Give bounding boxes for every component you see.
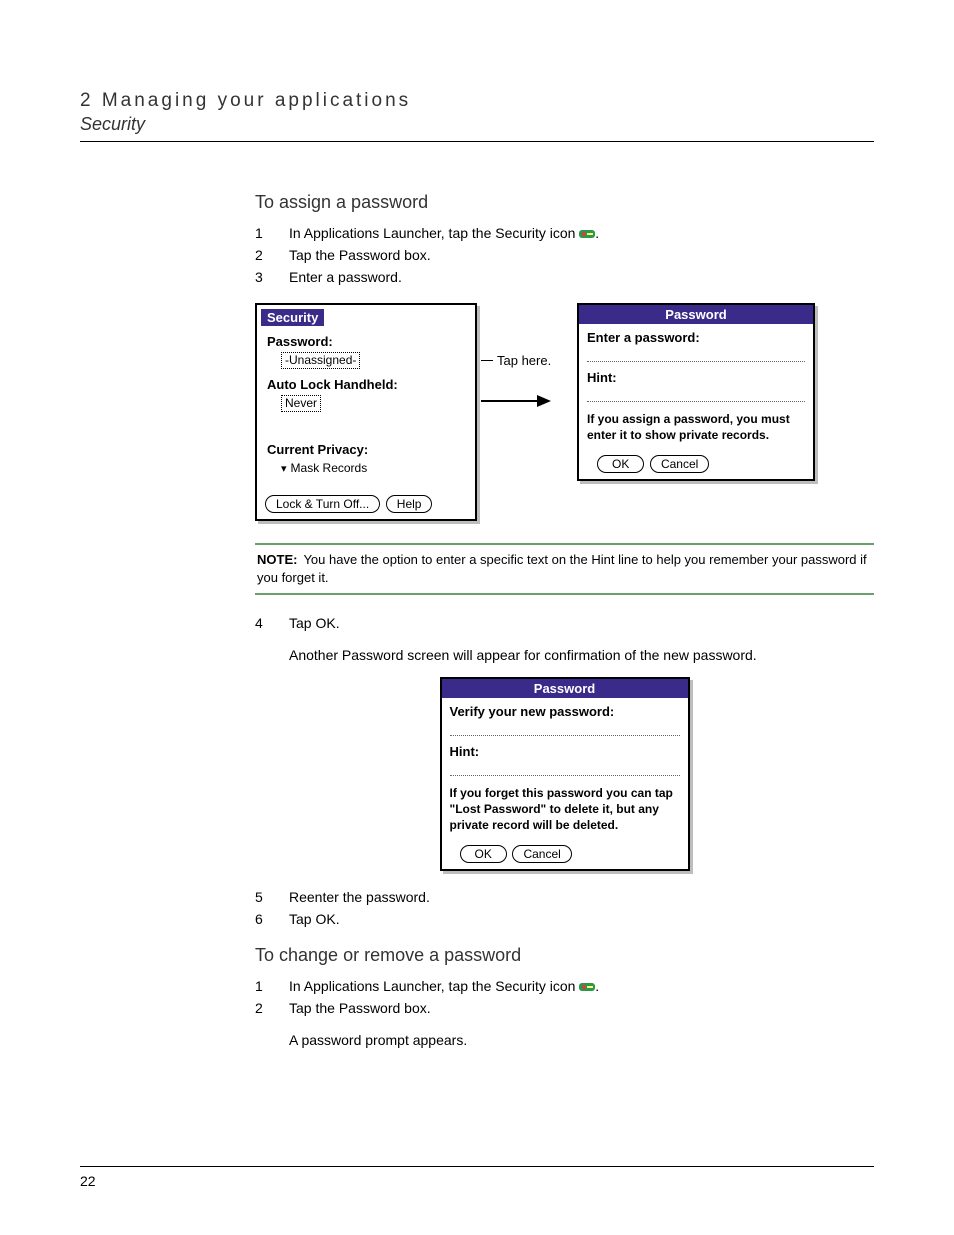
steps-list-assign: 1 In Applications Launcher, tap the Secu…	[255, 225, 874, 285]
step-text: In Applications Launcher, tap the Securi…	[289, 978, 874, 994]
step-text: Enter a password.	[289, 269, 874, 285]
step-text: Tap the Password box.	[289, 247, 874, 263]
enter-password-prompt: Enter a password:	[583, 330, 809, 345]
step-number: 4	[255, 615, 289, 631]
step-number: 3	[255, 269, 289, 285]
verify-hint-input[interactable]	[450, 763, 680, 776]
password-label: Password:	[267, 334, 465, 349]
steps-list-change: 1 In Applications Launcher, tap the Secu…	[255, 978, 874, 1016]
callout-column: Tap here.	[487, 303, 567, 411]
steps-list-assign-cont: 4 Tap OK.	[255, 615, 874, 631]
step-number: 2	[255, 247, 289, 263]
ok-button[interactable]: OK	[597, 455, 644, 473]
verify-ok-button[interactable]: OK	[460, 845, 507, 863]
step-text: In Applications Launcher, tap the Securi…	[289, 225, 874, 241]
palm-security-screen: Security Password: -Unassigned- Auto Loc…	[255, 303, 477, 521]
hint-input-line[interactable]	[587, 389, 805, 402]
step-text: Reenter the password.	[289, 889, 874, 905]
password-box[interactable]: -Unassigned-	[281, 352, 360, 369]
page-number: 22	[80, 1173, 96, 1189]
note-label: NOTE:	[257, 552, 297, 567]
step-text: Tap OK.	[289, 911, 874, 927]
lock-turnoff-button[interactable]: Lock & Turn Off...	[265, 495, 380, 513]
palm-password-dialog: Password Enter a password: Hint: If you …	[577, 303, 815, 481]
hint-label: Hint:	[583, 370, 809, 385]
page-header: 2 Managing your applications Security	[80, 90, 874, 142]
verify-password-input[interactable]	[450, 723, 680, 736]
step-number: 1	[255, 978, 289, 994]
heading-change-remove-password: To change or remove a password	[255, 945, 874, 966]
step-text: Tap OK.	[289, 615, 874, 631]
security-icon	[579, 228, 595, 240]
palm-title-password-verify: Password	[442, 679, 688, 698]
footer-rule	[80, 1166, 874, 1167]
note-box: NOTE:You have the option to enter a spec…	[255, 543, 874, 595]
password-input-line[interactable]	[587, 349, 805, 362]
password-info-text: If you assign a password, you must enter…	[587, 412, 805, 443]
heading-assign-password: To assign a password	[255, 192, 874, 213]
autolock-box[interactable]: Never	[281, 395, 321, 412]
steps-list-assign-end: 5 Reenter the password. 6 Tap OK.	[255, 889, 874, 927]
autolock-label: Auto Lock Handheld:	[267, 377, 465, 392]
step-substep: Another Password screen will appear for …	[289, 647, 874, 663]
step-substep: A password prompt appears.	[289, 1032, 874, 1048]
step-number: 2	[255, 1000, 289, 1016]
verify-info-text: If you forget this password you can tap …	[450, 786, 680, 833]
figure-security-and-password: Security Password: -Unassigned- Auto Loc…	[255, 303, 874, 521]
help-button[interactable]: Help	[386, 495, 433, 513]
privacy-label: Current Privacy:	[267, 442, 465, 457]
palm-title-password: Password	[579, 305, 813, 324]
callout-tap-here: Tap here.	[497, 353, 551, 368]
step-number: 5	[255, 889, 289, 905]
arrow-right-icon	[481, 394, 567, 411]
security-icon	[579, 981, 595, 993]
note-text: You have the option to enter a specific …	[257, 552, 867, 585]
step-number: 6	[255, 911, 289, 927]
privacy-dropdown[interactable]: Mask Records	[281, 461, 465, 475]
palm-verify-dialog: Password Verify your new password: Hint:…	[440, 677, 690, 871]
step-number: 1	[255, 225, 289, 241]
palm-title-security: Security	[261, 309, 324, 326]
verify-cancel-button[interactable]: Cancel	[512, 845, 571, 863]
cancel-button[interactable]: Cancel	[650, 455, 709, 473]
chevron-down-icon	[281, 461, 291, 475]
figure-verify-password: Password Verify your new password: Hint:…	[255, 677, 874, 871]
step-text: Tap the Password box.	[289, 1000, 874, 1016]
chapter-title: 2 Managing your applications	[80, 90, 874, 112]
verify-hint-label: Hint:	[446, 744, 684, 759]
section-title: Security	[80, 114, 874, 135]
verify-prompt: Verify your new password:	[446, 704, 684, 719]
